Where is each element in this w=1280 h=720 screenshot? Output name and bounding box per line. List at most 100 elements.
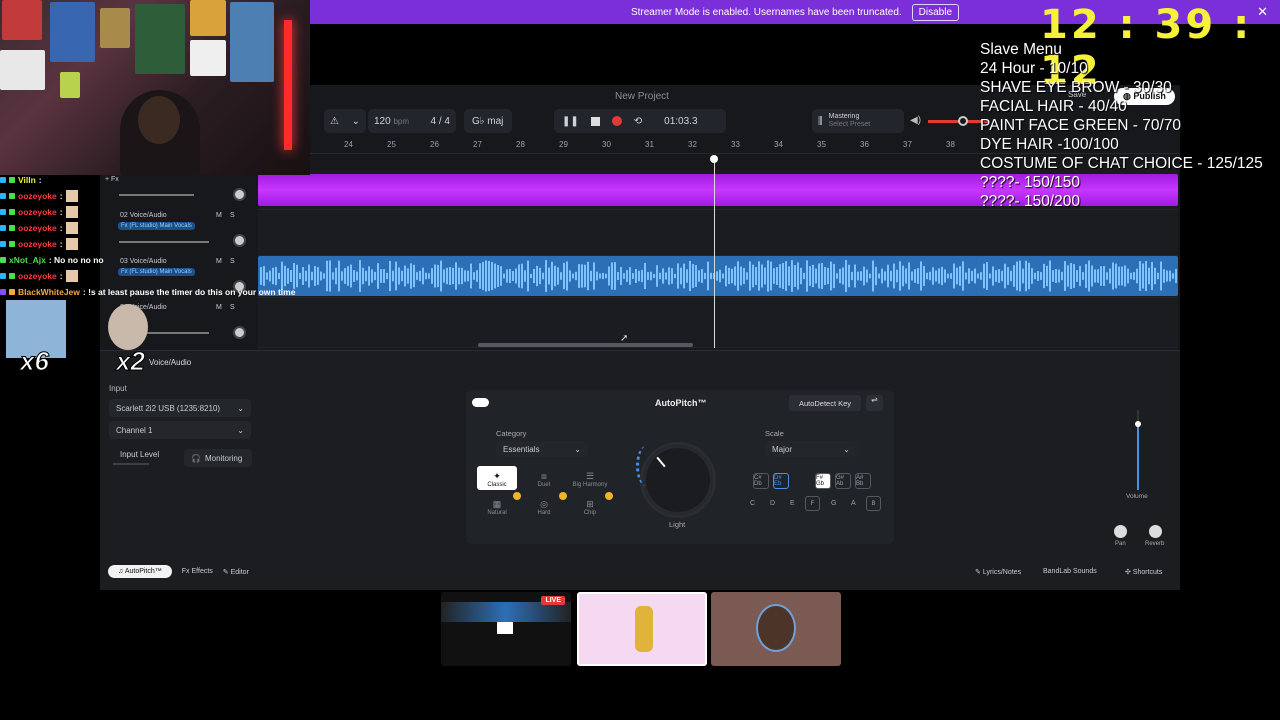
track-lane-03[interactable] [258, 256, 1178, 298]
chevron-down-icon: ⌄ [237, 403, 244, 413]
reverb-knob[interactable] [1149, 525, 1162, 538]
mode-classic[interactable]: ✦ Classic [477, 466, 517, 490]
lyrics-notes-button[interactable]: ✎ Lyrics/Notes [975, 568, 1021, 576]
waveform-bar [680, 267, 682, 285]
key-g-sharp[interactable]: G# Ab [835, 473, 851, 489]
waveform-bar [752, 264, 754, 288]
pause-icon[interactable]: ❚❚ [562, 116, 579, 127]
bpm-unit: bpm [393, 116, 410, 126]
settings-sliders-icon[interactable]: ⇌ [866, 395, 883, 411]
mode-label: Duet [537, 482, 551, 488]
chat-username: oozeyoke [18, 223, 57, 233]
waveform-bar [1076, 270, 1078, 282]
track-lane-04[interactable] [258, 298, 1178, 348]
volume-label: Volume [1126, 493, 1148, 500]
waveform-bar [347, 266, 349, 286]
monitoring-button[interactable]: 🎧 Monitoring [184, 449, 252, 467]
waveform-bar [626, 270, 628, 282]
waveform-bar [482, 261, 484, 291]
chat-text: : !s at least pause the timer do this on… [82, 287, 296, 297]
playhead-marker[interactable] [710, 155, 718, 163]
shortcuts-button[interactable]: ✣ Shortcuts [1125, 568, 1162, 576]
waveform-bar [1088, 260, 1090, 292]
webcam-feed [0, 0, 310, 175]
waveform-bar [1169, 270, 1171, 282]
badge-icon [9, 241, 15, 247]
tab-autopitch[interactable]: ♫ AutoPitch™ [108, 565, 172, 578]
mode-natural[interactable]: ▦ Natural [477, 494, 517, 518]
speaker-icon[interactable]: ◀) [910, 115, 921, 126]
bandlab-sounds-button[interactable]: BandLab Sounds [1043, 568, 1097, 575]
key-f-sharp[interactable]: F# Gb [815, 473, 831, 489]
master-volume-handle[interactable] [958, 116, 968, 126]
waveform-bar [995, 270, 997, 282]
playhead[interactable] [714, 158, 715, 348]
note-g[interactable]: G [831, 500, 836, 507]
mastering-selector[interactable]: ⫼ Mastering Select Preset [812, 109, 904, 133]
metronome-button[interactable]: ⚠ ⌄ [324, 109, 366, 133]
mode-big-harmony[interactable]: ☰ Big Harmony [570, 466, 610, 490]
mode-duet[interactable]: ⧈ Duet [524, 466, 564, 490]
volume-slider-handle[interactable] [1135, 421, 1141, 427]
mode-chip[interactable]: ⊞ Chip [570, 494, 610, 518]
waveform-bar [716, 271, 718, 281]
waveform-bar [1001, 270, 1003, 282]
thumbnail-character[interactable] [711, 592, 841, 666]
channel-select[interactable]: Channel 1 ⌄ [109, 421, 251, 439]
waveform-bar [359, 260, 361, 292]
note-a[interactable]: A [851, 500, 856, 507]
mute-button[interactable]: M [216, 304, 222, 311]
live-badge: LIVE [541, 596, 565, 605]
note-e[interactable]: E [790, 500, 795, 507]
horizontal-scrollbar[interactable] [478, 343, 693, 347]
waveform-bar [1043, 263, 1045, 289]
waveform-bar [770, 261, 772, 291]
waveform-bar [869, 273, 871, 279]
stop-icon[interactable] [590, 116, 600, 126]
tab-label: AutoPitch™ [124, 568, 162, 575]
autopitch-toggle[interactable] [472, 398, 489, 407]
tab-effects[interactable]: Fx Effects [182, 568, 213, 575]
poster [190, 40, 226, 76]
loop-icon[interactable]: ⟲ [634, 116, 642, 127]
chat-message: oozeyoke: [0, 204, 300, 220]
thumbnail-dancer[interactable] [577, 592, 707, 666]
scale-select[interactable]: Major ⌄ [765, 441, 857, 457]
waveform-bar [812, 264, 814, 288]
tab-editor[interactable]: ✎ Editor [223, 568, 249, 576]
waveform-bar [947, 273, 949, 279]
record-icon[interactable] [611, 116, 622, 126]
category-select[interactable]: Essentials ⌄ [496, 441, 588, 457]
audio-waveform[interactable] [258, 256, 1178, 296]
solo-button[interactable]: S [230, 304, 235, 311]
track-lane-02[interactable] [258, 210, 1178, 256]
thumbnail-daw[interactable]: LIVE [441, 592, 571, 666]
tempo-display[interactable]: 120 bpm 4 / 4 [368, 109, 456, 133]
note-c[interactable]: C [750, 500, 755, 507]
note-f[interactable]: F [805, 496, 820, 511]
waveform-bar [1034, 272, 1036, 280]
mouse-cursor-icon: ➚ [620, 333, 629, 344]
pan-knob[interactable] [1114, 525, 1127, 538]
time-signature[interactable]: 4 / 4 [431, 116, 450, 127]
chat-text: : [59, 191, 63, 201]
key-c-sharp[interactable]: C# Db [753, 473, 769, 489]
waveform-bar [725, 265, 727, 287]
input-device-select[interactable]: Scarlett 2i2 USB (1235:8210) ⌄ [109, 399, 251, 417]
note-b[interactable]: B [866, 496, 881, 511]
mode-hard[interactable]: ◎ Hard [524, 494, 564, 518]
waveform-bar [890, 270, 892, 282]
key-d-sharp[interactable]: D# Eb [773, 473, 789, 489]
chat-text: : No no no no [48, 255, 104, 265]
pan-knob[interactable] [233, 326, 246, 339]
disable-button[interactable]: Disable [911, 3, 960, 21]
note-d[interactable]: D [770, 500, 775, 507]
waveform-bar [1028, 262, 1030, 290]
pencil-icon: ✎ [975, 569, 983, 576]
waveform-bar [1100, 266, 1102, 286]
autodetect-key-button[interactable]: AutoDetect Key [789, 395, 861, 411]
waveform-bar [1106, 272, 1108, 280]
key-selector[interactable]: G♭ maj [464, 109, 512, 133]
emote-icon [65, 190, 78, 202]
key-a-sharp[interactable]: A# Bb [855, 473, 871, 489]
